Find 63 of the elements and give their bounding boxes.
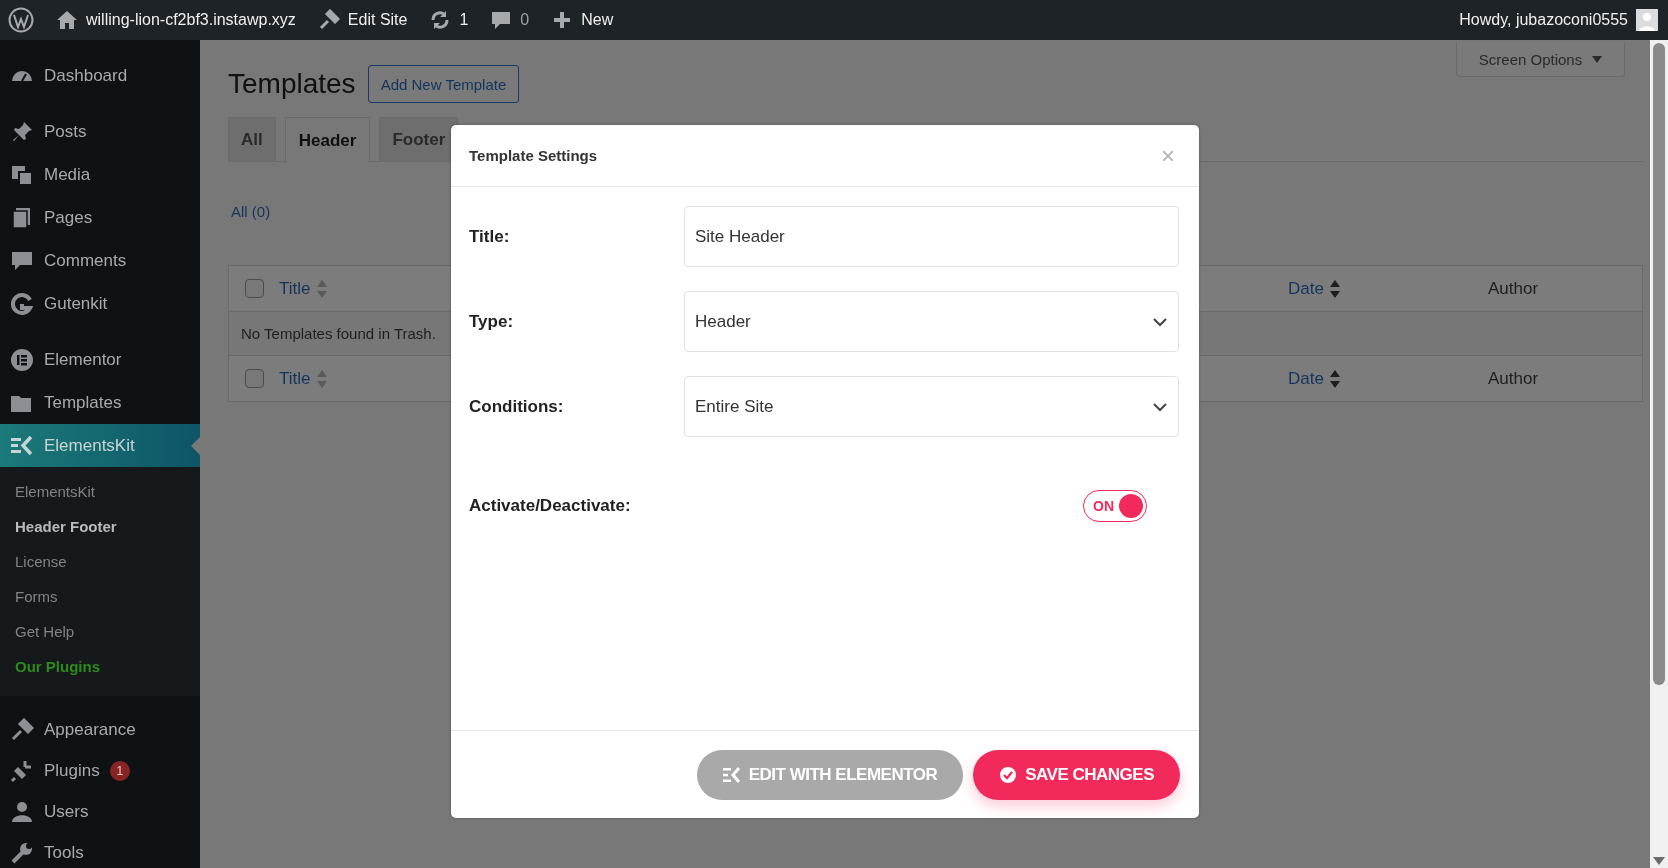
- menu-item[interactable]: ElementsKit: [0, 424, 200, 467]
- wrench-icon: [10, 840, 34, 865]
- sort-icon: [316, 369, 327, 388]
- checkbox[interactable]: [244, 279, 264, 298]
- wordpress-logo[interactable]: [8, 7, 34, 33]
- user-icon: [10, 799, 34, 824]
- submenu-item[interactable]: Header Footer: [0, 509, 200, 544]
- comments-count[interactable]: 0: [520, 11, 530, 29]
- dropdown[interactable]: Header: [684, 291, 1179, 352]
- sort-icon: [1329, 279, 1340, 298]
- text-field[interactable]: Site Header: [684, 206, 1179, 267]
- checkbox[interactable]: [244, 369, 264, 388]
- submenu-item[interactable]: Forms: [0, 579, 200, 614]
- sort-icon: [1329, 369, 1340, 388]
- menu-item[interactable]: Pages: [0, 196, 200, 239]
- submenu-item[interactable]: Get Help: [0, 614, 200, 649]
- caret-icon: [1592, 55, 1603, 63]
- column-header: Author: [1488, 368, 1539, 389]
- field-label: Conditions:: [469, 396, 565, 417]
- submenu-item[interactable]: Our Plugins: [0, 649, 200, 684]
- menu-item[interactable]: Elementor: [0, 338, 200, 381]
- plug-icon: [10, 758, 34, 783]
- sort-icon: [316, 279, 327, 298]
- field-label: Activate/Deactivate:: [469, 496, 632, 516]
- menu-item[interactable]: Dashboard: [0, 54, 200, 97]
- scroll-down-icon[interactable]: [1653, 857, 1665, 865]
- updates-count[interactable]: 1: [459, 11, 469, 29]
- submenu-item[interactable]: ElementsKit: [0, 474, 200, 509]
- chevron-down-icon: [1152, 316, 1168, 327]
- circle-logo-icon: [10, 347, 34, 372]
- menu-item[interactable]: Users: [0, 791, 200, 832]
- dialog-title: Template Settings: [469, 147, 598, 164]
- save-button[interactable]: SAVE CHANGES: [973, 749, 1180, 800]
- new-link[interactable]: New: [581, 11, 614, 29]
- field-label: Title:: [469, 226, 511, 247]
- tab[interactable]: Header: [284, 117, 371, 163]
- scrollbar-thumb[interactable]: [1653, 43, 1665, 685]
- count-badge: 1: [109, 760, 130, 781]
- menu-item[interactable]: Plugins 1: [0, 750, 200, 791]
- site-link[interactable]: willing-lion-cf2bf3.instawp.xyz: [86, 11, 296, 29]
- edit-site-link[interactable]: Edit Site: [347, 11, 408, 29]
- chevron-down-icon: [1152, 401, 1168, 412]
- comment-icon[interactable]: [490, 9, 513, 31]
- submenu-item[interactable]: License: [0, 544, 200, 579]
- greeting-text[interactable]: Howdy, jubazoconi0555: [1459, 11, 1628, 29]
- ek-logo-icon: [10, 433, 34, 458]
- field-label: Type:: [469, 311, 515, 332]
- menu-item[interactable]: Media: [0, 153, 200, 196]
- menu-item[interactable]: Appearance: [0, 709, 200, 750]
- menu-item[interactable]: Posts: [0, 110, 200, 153]
- toggle-switch[interactable]: ON: [1083, 490, 1147, 522]
- ek-logo-icon: [722, 765, 741, 784]
- g-letter-icon: [10, 291, 34, 316]
- home-icon[interactable]: [56, 9, 78, 31]
- menu-item[interactable]: Gutenkit: [0, 282, 200, 325]
- check-circle-icon: [999, 765, 1018, 784]
- dropdown[interactable]: Entire Site: [684, 376, 1179, 437]
- menu-item[interactable]: Templates: [0, 381, 200, 424]
- empty-message: No Templates found in Trash.: [241, 325, 436, 342]
- menu-item[interactable]: Tools: [0, 832, 200, 868]
- column-header: Author: [1488, 278, 1539, 299]
- page-title: Templates: [228, 68, 356, 100]
- menu-item[interactable]: Comments: [0, 239, 200, 282]
